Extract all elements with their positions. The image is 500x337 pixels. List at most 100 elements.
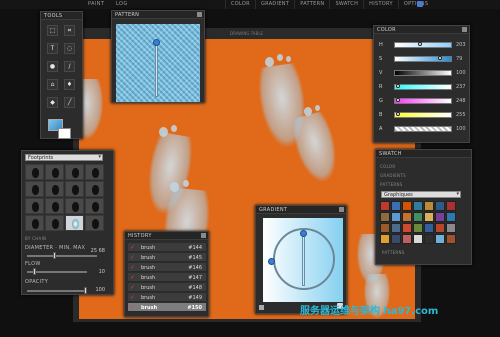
history-row[interactable]: ✓ brush #148: [128, 283, 206, 292]
brush-tip[interactable]: [85, 215, 104, 231]
history-row-selected[interactable]: ✓ brush #150: [128, 303, 206, 312]
swatch[interactable]: [435, 212, 445, 222]
close-icon[interactable]: [201, 233, 206, 238]
history-row[interactable]: ✓ brush #144: [128, 243, 206, 252]
swatch[interactable]: [435, 234, 445, 244]
hue-slider[interactable]: [394, 42, 452, 48]
swatch[interactable]: [446, 212, 456, 222]
close-icon[interactable]: [197, 12, 202, 17]
history-row[interactable]: ✓ brush #145: [128, 253, 206, 262]
swatch[interactable]: [446, 201, 456, 211]
alpha-slider[interactable]: [394, 126, 452, 132]
brush-tip[interactable]: [45, 198, 64, 214]
menu-history[interactable]: HISTORY: [363, 0, 398, 9]
brush-tip[interactable]: [45, 181, 64, 197]
swatch[interactable]: [424, 234, 434, 244]
brush-tip[interactable]: [85, 164, 104, 180]
red-slider[interactable]: [394, 84, 452, 90]
swatch[interactable]: [435, 223, 445, 233]
swatch[interactable]: [402, 201, 412, 211]
swatch[interactable]: [391, 234, 401, 244]
swatch[interactable]: [391, 201, 401, 211]
gradient-angle-knob[interactable]: [300, 230, 307, 237]
swatch[interactable]: [391, 212, 401, 222]
swatch[interactable]: [380, 223, 390, 233]
history-row[interactable]: ✓ brush #146: [128, 263, 206, 272]
brush-tip[interactable]: [25, 198, 44, 214]
swatch[interactable]: [446, 234, 456, 244]
swatch-tab-gradients[interactable]: GRADIENTS: [380, 173, 406, 178]
swatch[interactable]: [424, 212, 434, 222]
history-row[interactable]: ✓ brush #149: [128, 293, 206, 302]
swatch[interactable]: [446, 223, 456, 233]
swatch[interactable]: [413, 223, 423, 233]
brush-set-dropdown[interactable]: Footprints: [25, 154, 103, 161]
saturation-slider[interactable]: [394, 56, 452, 62]
diameter-slider[interactable]: [27, 252, 97, 259]
swatch-tab-patterns[interactable]: PATTERNS: [380, 182, 403, 187]
menu-options[interactable]: OPTIONS: [397, 0, 433, 9]
flow-slider[interactable]: [27, 268, 87, 275]
pattern-preview[interactable]: [116, 24, 200, 102]
brush-tip[interactable]: [45, 215, 64, 231]
eraser-icon[interactable]: ◆: [47, 97, 58, 108]
menu-color[interactable]: COLOR: [225, 0, 255, 9]
saturation-knob[interactable]: [438, 56, 442, 60]
text-icon[interactable]: T: [47, 43, 58, 54]
swatch[interactable]: [402, 223, 412, 233]
swatch-set-dropdown[interactable]: Graphiques: [381, 191, 461, 198]
opacity-slider[interactable]: [27, 287, 87, 294]
blue-knob[interactable]: [396, 112, 400, 116]
line-icon[interactable]: ╱: [64, 97, 75, 108]
blue-slider[interactable]: [394, 112, 452, 118]
pattern-slider-knob[interactable]: [153, 39, 160, 46]
menu-item-log[interactable]: LOG: [116, 1, 128, 7]
brush-tip[interactable]: [65, 164, 84, 180]
brush-tip[interactable]: [25, 215, 44, 231]
swatch[interactable]: [413, 234, 423, 244]
lasso-icon[interactable]: ◌: [64, 43, 75, 54]
brush-tip[interactable]: [65, 198, 84, 214]
brush-tip[interactable]: [85, 181, 104, 197]
swatch[interactable]: [424, 223, 434, 233]
gradient-stop-icon[interactable]: [259, 305, 264, 310]
brush-tip-selected[interactable]: [65, 215, 84, 231]
fill-icon[interactable]: ⌂: [47, 79, 58, 90]
swatch[interactable]: [380, 201, 390, 211]
swatch-tab-color[interactable]: COLOR: [380, 164, 395, 169]
menu-swatch[interactable]: SWATCH: [329, 0, 363, 9]
swatch[interactable]: [391, 223, 401, 233]
menu-item-paint[interactable]: PAINT: [88, 1, 104, 7]
red-knob[interactable]: [396, 84, 400, 88]
eyedropper-icon[interactable]: ♦: [64, 79, 75, 90]
pencil-icon[interactable]: /: [64, 61, 75, 72]
close-icon[interactable]: [462, 27, 467, 32]
opacity-knob[interactable]: [84, 287, 87, 294]
select-icon[interactable]: ⬚: [47, 25, 58, 36]
brush-tip[interactable]: [25, 164, 44, 180]
swatch[interactable]: [402, 212, 412, 222]
swatch[interactable]: [435, 201, 445, 211]
value-slider[interactable]: [394, 70, 452, 76]
brush-tip[interactable]: [45, 164, 64, 180]
swatch[interactable]: [380, 234, 390, 244]
flag-icon[interactable]: [417, 1, 423, 7]
close-icon[interactable]: [339, 207, 344, 212]
swatch[interactable]: [424, 201, 434, 211]
green-slider[interactable]: [394, 98, 452, 104]
pattern-scale-slider[interactable]: [155, 41, 158, 97]
hue-knob[interactable]: [418, 42, 422, 46]
green-knob[interactable]: [396, 98, 400, 102]
background-color-swatch[interactable]: [58, 128, 71, 139]
flow-knob[interactable]: [33, 268, 36, 275]
swatch[interactable]: [402, 234, 412, 244]
brush-tip[interactable]: [25, 181, 44, 197]
swatch[interactable]: [380, 212, 390, 222]
crop-icon[interactable]: ⌗: [64, 25, 75, 36]
menu-gradient[interactable]: GRADIENT: [254, 0, 294, 9]
swatch[interactable]: [413, 201, 423, 211]
menu-pattern[interactable]: PATTERN: [294, 0, 329, 9]
history-row[interactable]: ✓ brush #147: [128, 273, 206, 282]
diameter-knob[interactable]: [53, 252, 56, 259]
brush-icon[interactable]: ●: [47, 61, 58, 72]
